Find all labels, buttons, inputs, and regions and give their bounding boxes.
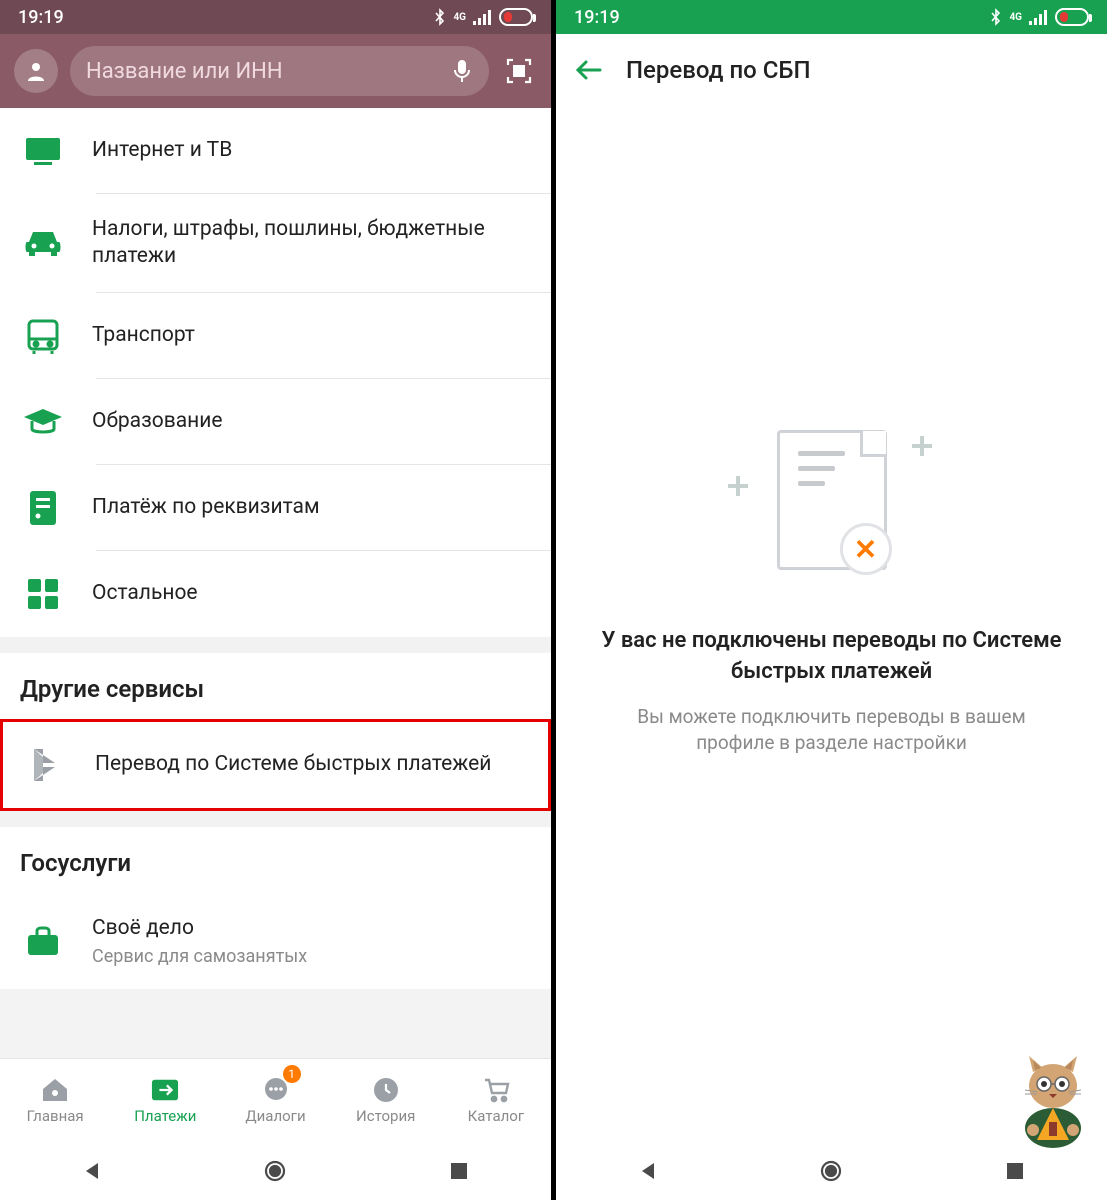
status-time: 19:19	[574, 7, 620, 28]
left-screen: 19:19 4G Название или ИНН Интернет и ТВ	[0, 0, 551, 1200]
category-payment-details[interactable]: Платёж по реквизитам	[0, 465, 551, 551]
qr-scan-button[interactable]	[501, 53, 537, 89]
right-screen: 19:19 4G Перевод по СБП ✕ У вас не подкл…	[556, 0, 1107, 1200]
document-icon: ✕	[777, 430, 887, 570]
category-taxes[interactable]: Налоги, штрафы, пошлины, бюджетные плате…	[0, 194, 551, 293]
search-input[interactable]: Название или ИНН	[70, 46, 489, 96]
sbp-icon	[25, 744, 67, 786]
nav-label: Диалоги	[245, 1107, 305, 1125]
sbp-label: Перевод по Системе быстрых платежей	[95, 751, 491, 778]
nav-catalog[interactable]: Каталог	[441, 1059, 551, 1142]
notification-badge: 1	[283, 1065, 301, 1083]
payments-icon	[151, 1077, 179, 1103]
category-label: Образование	[92, 408, 223, 435]
android-recents-button[interactable]	[444, 1156, 474, 1186]
nav-payments[interactable]: Платежи	[110, 1059, 220, 1142]
content-area: Интернет и ТВ Налоги, штрафы, пошлины, б…	[0, 108, 551, 1058]
android-home-button[interactable]	[816, 1156, 846, 1186]
empty-subtitle: Вы можете подключить переводы в вашем пр…	[586, 704, 1077, 757]
content-area: ✕ У вас не подключены переводы по Систем…	[556, 106, 1107, 1142]
battery-icon	[1055, 8, 1089, 26]
section-gosuslugi-title: Госуслуги	[0, 827, 551, 893]
network-label: 4G	[453, 12, 466, 23]
header: Перевод по СБП	[556, 34, 1107, 106]
back-button[interactable]	[570, 52, 606, 88]
android-home-button[interactable]	[260, 1156, 290, 1186]
category-label: Интернет и ТВ	[92, 137, 232, 164]
empty-state-illustration: ✕	[742, 426, 922, 586]
page-title: Перевод по СБП	[626, 56, 811, 84]
category-other[interactable]: Остальное	[0, 551, 551, 637]
mascot-cat-icon	[1007, 1050, 1099, 1150]
nav-history[interactable]: История	[331, 1059, 441, 1142]
battery-icon	[499, 8, 533, 26]
android-recents-button[interactable]	[1000, 1156, 1030, 1186]
status-bar: 19:19 4G	[556, 0, 1107, 34]
signal-icon	[1029, 9, 1049, 25]
category-transport[interactable]: Транспорт	[0, 293, 551, 379]
tv-icon	[22, 130, 64, 172]
mic-icon[interactable]	[451, 58, 473, 84]
android-nav-bar	[0, 1142, 551, 1200]
receipt-icon	[22, 487, 64, 529]
category-label: Транспорт	[92, 322, 195, 349]
nav-label: Главная	[27, 1107, 84, 1125]
own-business-label: Своё дело	[92, 915, 307, 942]
signal-icon	[473, 9, 493, 25]
cart-icon	[482, 1077, 510, 1103]
nav-label: История	[356, 1107, 415, 1125]
clock-icon	[372, 1077, 400, 1103]
error-x-icon: ✕	[840, 523, 892, 575]
briefcase-icon	[22, 920, 64, 962]
profile-button[interactable]	[14, 49, 58, 93]
android-back-button[interactable]	[77, 1156, 107, 1186]
bluetooth-icon	[989, 8, 1003, 26]
status-time: 19:19	[18, 7, 64, 28]
empty-title: У вас не подключены переводы по Системе …	[586, 626, 1077, 688]
graduation-cap-icon	[22, 401, 64, 443]
search-placeholder: Название или ИНН	[86, 59, 451, 84]
category-label: Платёж по реквизитам	[92, 494, 320, 521]
category-internet-tv[interactable]: Интернет и ТВ	[0, 108, 551, 194]
own-business-item[interactable]: Своё дело Сервис для самозанятых	[0, 893, 551, 989]
section-other-services-title: Другие сервисы	[0, 653, 551, 719]
nav-label: Каталог	[468, 1107, 524, 1125]
category-label: Налоги, штрафы, пошлины, бюджетные плате…	[92, 216, 529, 271]
home-icon	[41, 1077, 69, 1103]
bottom-nav: Главная Платежи 1 Диалоги История Ката	[0, 1058, 551, 1142]
status-icons: 4G	[433, 8, 533, 26]
status-icons: 4G	[989, 8, 1089, 26]
nav-home[interactable]: Главная	[0, 1059, 110, 1142]
sparkle-icon	[912, 436, 932, 456]
network-label: 4G	[1009, 12, 1022, 23]
sbp-transfer-item[interactable]: Перевод по Системе быстрых платежей	[0, 719, 551, 811]
header: Название или ИНН	[0, 34, 551, 108]
car-icon	[22, 222, 64, 264]
status-bar: 19:19 4G	[0, 0, 551, 34]
grid-icon	[22, 573, 64, 615]
bus-icon	[22, 315, 64, 357]
nav-label: Платежи	[134, 1107, 196, 1125]
sparkle-icon	[728, 476, 748, 496]
category-education[interactable]: Образование	[0, 379, 551, 465]
bluetooth-icon	[433, 8, 447, 26]
android-back-button[interactable]	[633, 1156, 663, 1186]
android-nav-bar	[556, 1142, 1107, 1200]
nav-dialogs[interactable]: 1 Диалоги	[220, 1059, 330, 1142]
own-business-sub: Сервис для самозанятых	[92, 946, 307, 967]
category-label: Остальное	[92, 580, 198, 607]
